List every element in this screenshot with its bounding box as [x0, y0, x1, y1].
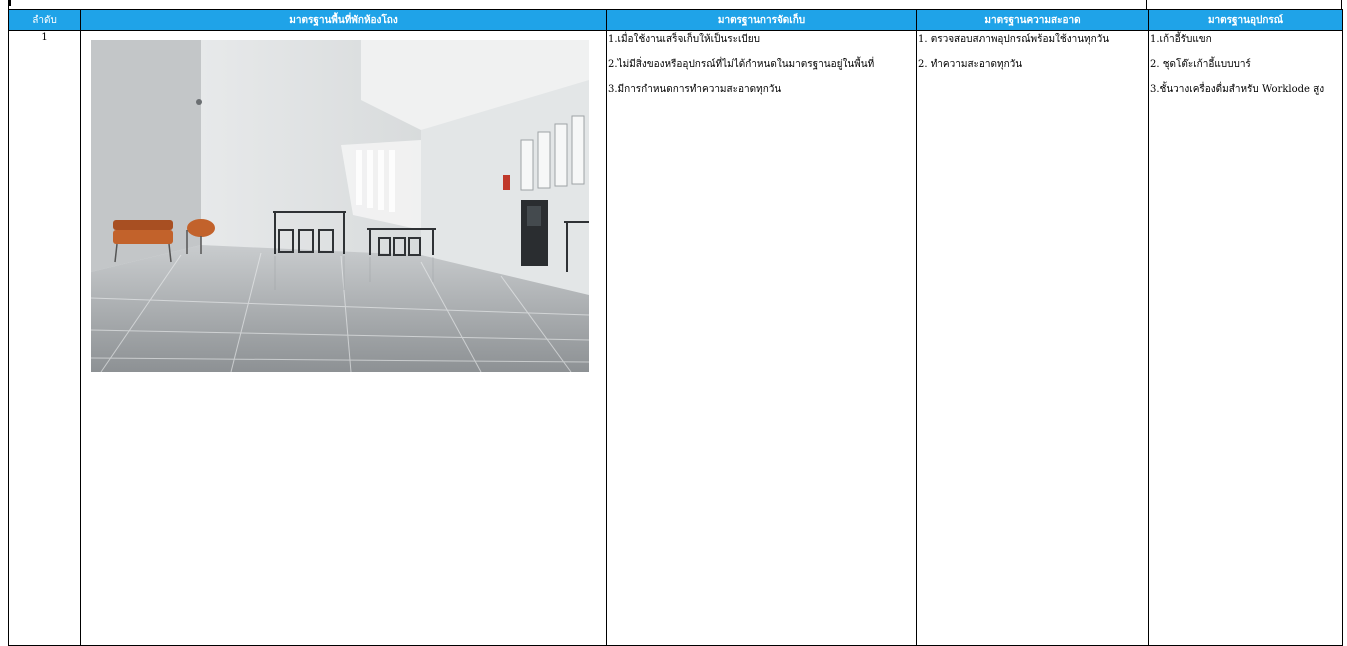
- list-item: 2.ไม่มีสิ่งของหรืออุปกรณ์ที่ไม่ได้กำหนดใ…: [608, 59, 875, 70]
- top-edge-strip: [0, 0, 1347, 9]
- storage-list: 1.เมื่อใช้งานเสร็จเก็บให้เป็นระเบียบ 2.ไ…: [607, 31, 916, 106]
- header-seq[interactable]: ลำดับ: [8, 9, 81, 31]
- lobby-photo: [91, 40, 589, 372]
- standards-table: ลำดับ มาตรฐานพื้นที่พักห้องโถง มาตรฐานกา…: [8, 9, 1343, 646]
- list-item: 1.เมื่อใช้งานเสร็จเก็บให้เป็นระเบียบ: [608, 34, 760, 45]
- cleaning-standards-cell[interactable]: 1. ตรวจสอบสภาพอุปกรณ์พร้อมใช้งานทุกวัน 2…: [916, 30, 1149, 646]
- list-item: 1. ตรวจสอบสภาพอุปกรณ์พร้อมใช้งานทุกวัน: [918, 34, 1110, 45]
- cleaning-list: 1. ตรวจสอบสภาพอุปกรณ์พร้อมใช้งานทุกวัน 2…: [917, 31, 1148, 81]
- header-area[interactable]: มาตรฐานพื้นที่พักห้องโถง: [80, 9, 607, 31]
- top-far-right-edge: [1341, 0, 1342, 9]
- clipped-title-mark: [8, 0, 11, 6]
- table-header-row: ลำดับ มาตรฐานพื้นที่พักห้องโถง มาตรฐานกา…: [8, 9, 1343, 31]
- table-row: 1 1.เมื่อใช้งานเสร็จเก็บให้เป็นระเบียบ 2…: [8, 30, 1343, 646]
- header-equipment[interactable]: มาตรฐานอุปกรณ์: [1148, 9, 1343, 31]
- equipment-list: 1.เก้าอี้รับแขก 2. ชุดโต๊ะเก้าอี้แบบบาร์…: [1149, 31, 1342, 106]
- storage-standards-cell[interactable]: 1.เมื่อใช้งานเสร็จเก็บให้เป็นระเบียบ 2.ไ…: [606, 30, 917, 646]
- row-seq-cell[interactable]: 1: [8, 30, 81, 646]
- header-storage[interactable]: มาตรฐานการจัดเก็บ: [606, 9, 917, 31]
- list-item: 3.มีการกำหนดการทำความสะอาดทุกวัน: [608, 84, 782, 95]
- area-photo-cell[interactable]: [80, 30, 607, 646]
- equipment-standards-cell[interactable]: 1.เก้าอี้รับแขก 2. ชุดโต๊ะเก้าอี้แบบบาร์…: [1148, 30, 1343, 646]
- header-cleaning[interactable]: มาตรฐานความสะอาด: [916, 9, 1149, 31]
- list-item: 2. ทำความสะอาดทุกวัน: [918, 59, 1023, 70]
- list-item: 1.เก้าอี้รับแขก: [1150, 34, 1212, 45]
- list-item: 2. ชุดโต๊ะเก้าอี้แบบบาร์: [1150, 59, 1251, 70]
- list-item: 3.ชั้นวางเครื่องดื่มสำหรับ Worklode สูง: [1150, 84, 1325, 95]
- top-right-edge: [1146, 0, 1147, 9]
